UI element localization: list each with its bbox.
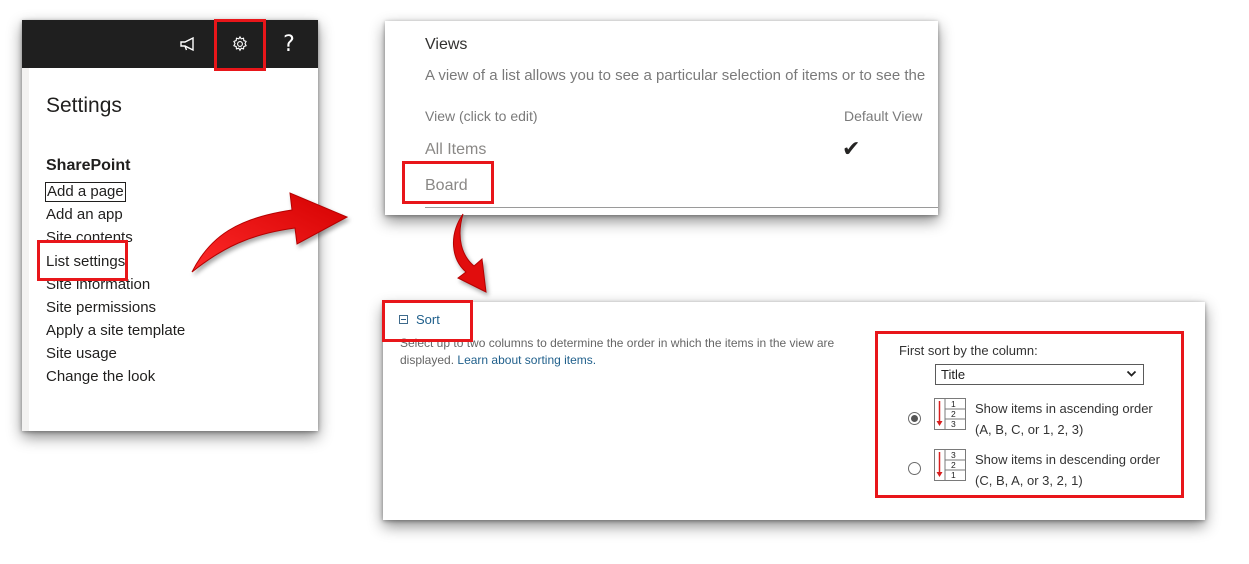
curved-arrow-down: [452, 213, 487, 293]
curved-arrow-right: [191, 192, 349, 273]
annotation-arrows: [191, 192, 487, 293]
